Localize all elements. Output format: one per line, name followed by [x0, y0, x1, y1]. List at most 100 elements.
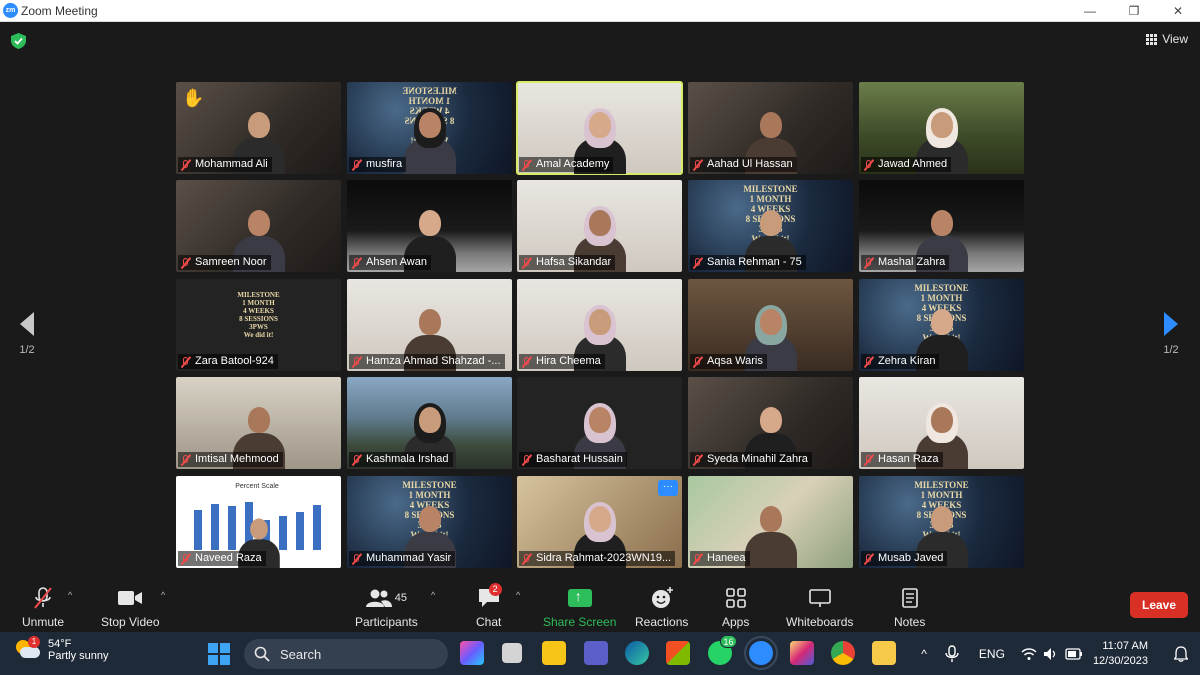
chrome-icon[interactable]: [831, 641, 855, 665]
windows-start-icon[interactable]: [208, 643, 230, 665]
whatsapp-icon[interactable]: 16: [708, 635, 737, 665]
participant-name: Mohammad Ali: [195, 158, 268, 170]
mic-muted-icon: [692, 454, 704, 466]
participant-tile[interactable]: Basharat Hussain: [517, 377, 682, 469]
tray-overflow-icon[interactable]: ^: [921, 647, 927, 661]
stop-video-label: Stop Video: [101, 615, 160, 629]
microsoft-store-icon[interactable]: [666, 641, 690, 665]
weather-widget[interactable]: 1 54°F Partly sunny: [14, 636, 109, 662]
restore-button[interactable]: ❐: [1112, 0, 1156, 22]
participant-tile[interactable]: MILESTONE1 MONTH4 WEEKS8 SESSIONS3PWSWe …: [347, 82, 512, 174]
security-shield-icon[interactable]: [11, 33, 26, 49]
participant-tile[interactable]: MILESTONE1 MONTH4 WEEKS8 SESSIONS3PWSWe …: [176, 279, 341, 371]
participant-tile[interactable]: MILESTONE1 MONTH4 WEEKS8 SESSIONS3PWSWe …: [347, 476, 512, 568]
share-screen-button[interactable]: Share Screen: [543, 586, 616, 629]
file-explorer-icon[interactable]: [872, 641, 896, 665]
next-page-button[interactable]: 1/2: [1156, 312, 1186, 356]
restore-icon: ❐: [1128, 3, 1140, 18]
zoom-app-icon[interactable]: [744, 636, 778, 670]
mic-muted-icon: [863, 553, 875, 565]
copilot-icon[interactable]: [460, 641, 484, 665]
language-indicator[interactable]: ENG: [979, 647, 1005, 661]
notification-bell-icon[interactable]: [1174, 645, 1188, 662]
participant-name: musfira: [366, 158, 403, 170]
chat-button[interactable]: 2 Chat: [476, 583, 502, 629]
participant-tile[interactable]: Aqsa Waris: [688, 279, 853, 371]
participant-tile[interactable]: Hafsa Sikandar: [517, 180, 682, 272]
participant-name-label: Mohammad Ali: [178, 157, 272, 172]
chart-thumbnail-bar: [228, 506, 236, 550]
milestone-line: 4 WEEKS: [243, 307, 274, 315]
participant-tile[interactable]: ··· Sidra Rahmat-2023WN19...: [517, 476, 682, 568]
mic-muted-icon: [180, 159, 192, 171]
leave-button[interactable]: Leave: [1130, 592, 1188, 618]
chat-options-caret[interactable]: ^: [516, 590, 520, 600]
milestone-line: 1 MONTH: [408, 490, 451, 500]
zoom-window: zm Zoom Meeting — ❐ ✕ View 1/2 1/2 ✋ Moha…: [0, 0, 1200, 675]
zoom-logo-icon: zm: [3, 3, 18, 18]
sticky-notes-icon[interactable]: [542, 641, 566, 665]
participant-tile[interactable]: Kashmala Irshad: [347, 377, 512, 469]
clock-date: 12/30/2023: [1092, 654, 1148, 667]
wifi-icon[interactable]: [1021, 647, 1037, 661]
close-button[interactable]: ✕: [1156, 0, 1200, 22]
milestone-line: 1 MONTH: [408, 96, 451, 106]
participant-tile[interactable]: Amal Academy: [516, 81, 683, 175]
participant-tile[interactable]: Ahsen Awan: [347, 180, 512, 272]
audio-options-caret[interactable]: ^: [68, 590, 72, 600]
participants-count: 45: [394, 592, 407, 604]
participant-tile[interactable]: Samreen Noor: [176, 180, 341, 272]
task-view-icon[interactable]: [502, 643, 522, 663]
previous-page-button[interactable]: 1/2: [12, 312, 42, 356]
mic-muted-icon: [351, 356, 363, 368]
volume-icon[interactable]: [1043, 647, 1059, 661]
participants-options-caret[interactable]: ^: [431, 590, 435, 600]
notes-button[interactable]: Notes: [894, 586, 925, 629]
participant-name-label: Hamza Ahmad Shahzad -...: [349, 354, 505, 369]
microphone-tray-icon[interactable]: [945, 644, 959, 663]
taskbar-clock[interactable]: 11:07 AM 12/30/2023: [1093, 639, 1148, 669]
participant-name: Kashmala Irshad: [366, 453, 449, 465]
stop-video-button[interactable]: Stop Video: [101, 586, 160, 629]
instagram-icon[interactable]: [790, 641, 814, 665]
mic-muted-icon: [351, 454, 363, 466]
whiteboards-button[interactable]: Whiteboards: [786, 586, 853, 629]
edge-browser-icon[interactable]: [625, 641, 649, 665]
participant-tile[interactable]: MILESTONE1 MONTH4 WEEKS8 SESSIONS3PWSWe …: [688, 180, 853, 272]
participant-tile[interactable]: Mashal Zahra: [859, 180, 1024, 272]
milestone-line: 1 MONTH: [749, 194, 792, 204]
participant-tile[interactable]: Percent Scale Naveed Raza: [176, 476, 341, 568]
reactions-button[interactable]: Reactions: [635, 586, 688, 629]
participant-tile[interactable]: Syeda Minahil Zahra: [688, 377, 853, 469]
participant-tile[interactable]: ✋ Mohammad Ali: [176, 82, 341, 174]
milestone-line: MILESTONE: [743, 184, 798, 194]
apps-button[interactable]: Apps: [722, 586, 749, 629]
notes-icon: [901, 588, 918, 608]
participant-tile[interactable]: Aahad Ul Hassan: [688, 82, 853, 174]
participant-name-label: Kashmala Irshad: [349, 452, 453, 467]
teams-icon[interactable]: [584, 641, 608, 665]
participant-tile[interactable]: Jawad Ahmed: [859, 82, 1024, 174]
milestone-line: MILESTONE: [914, 480, 969, 490]
battery-icon[interactable]: [1065, 647, 1083, 660]
minimize-icon: —: [1084, 3, 1096, 18]
participant-tile[interactable]: Hamza Ahmad Shahzad -...: [347, 279, 512, 371]
tile-more-options-button[interactable]: ···: [658, 480, 678, 496]
participant-tile[interactable]: Hira Cheema: [517, 279, 682, 371]
unmute-button[interactable]: Unmute: [22, 586, 64, 629]
participants-button[interactable]: 45 Participants: [355, 586, 418, 629]
mic-muted-icon: [521, 159, 533, 171]
mic-muted-icon: [180, 257, 192, 269]
participant-name-label: Jawad Ahmed: [861, 157, 952, 172]
participant-tile[interactable]: MILESTONE1 MONTH4 WEEKS8 SESSIONS3PWSWe …: [859, 279, 1024, 371]
participant-tile[interactable]: MILESTONE1 MONTH4 WEEKS8 SESSIONS3PWSWe …: [859, 476, 1024, 568]
taskbar-search[interactable]: Search: [244, 639, 448, 669]
video-options-caret[interactable]: ^: [161, 590, 165, 600]
participant-tile[interactable]: Haneea: [688, 476, 853, 568]
view-button[interactable]: View: [1146, 32, 1188, 46]
participant-name-label: Haneea: [690, 551, 750, 566]
participant-tile[interactable]: Hasan Raza: [859, 377, 1024, 469]
smiley-icon: [651, 587, 673, 608]
minimize-button[interactable]: —: [1068, 0, 1112, 22]
participant-tile[interactable]: Imtisal Mehmood: [176, 377, 341, 469]
